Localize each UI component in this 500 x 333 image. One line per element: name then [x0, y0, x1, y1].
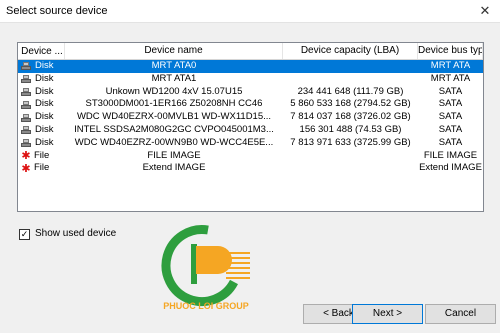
device-capacity-cell: 7 814 037 168 (3726.02 GB): [290, 111, 411, 123]
device-type-cell: ✱ File: [18, 150, 65, 163]
device-type-cell: Disk: [18, 86, 65, 99]
table-row[interactable]: Disk MRT ATA0 MRT ATA: [18, 60, 483, 73]
show-used-device-checkbox[interactable]: ✓: [19, 229, 30, 240]
list-rows: Disk MRT ATA0 MRT ATA Disk MRT ATA1 MRT ATA Di…: [18, 60, 483, 175]
title-bar: Select source device ✕: [0, 0, 500, 23]
device-type-label: Disk: [35, 136, 54, 148]
device-bus-type-cell: SATA: [438, 111, 463, 123]
device-name-cell: FILE IMAGE: [147, 149, 201, 161]
disk-icon: [20, 125, 32, 135]
device-type-cell: Disk: [18, 60, 65, 73]
device-bus-type-cell: SATA: [438, 98, 463, 110]
table-row[interactable]: Disk WDC WD40EZRZ-00WN9B0 WD-WCC4E5E... 7 …: [18, 137, 483, 150]
table-row[interactable]: ✱ File FILE IMAGE FILE IMAGE: [18, 150, 483, 163]
device-capacity-cell: 5 860 533 168 (2794.52 GB): [290, 98, 411, 110]
device-type-label: Disk: [35, 85, 54, 97]
disk-icon: [20, 61, 32, 71]
device-name-cell: MRT ATA0: [151, 60, 197, 71]
device-bus-type-cell: Extend IMAGE: [419, 162, 482, 174]
device-bus-type-cell: SATA: [438, 136, 463, 148]
device-name-cell: ST3000DM001-1ER166 Z50208NH CC46: [85, 98, 263, 110]
device-name-cell: Unkown WD1200 4xV 15.07U15: [105, 85, 243, 97]
device-bus-type-cell: MRT ATA: [430, 60, 471, 71]
list-header: Device ... Device name Device capacity (…: [18, 43, 483, 60]
device-name-cell: WDC WD40EZRX-00MVLB1 WD-WX11D15...: [76, 111, 272, 123]
table-row[interactable]: ✱ File Extend IMAGE Extend IMAGE: [18, 162, 483, 175]
column-header-device-type[interactable]: Device ...: [18, 43, 65, 59]
device-name-cell: MRT ATA1: [151, 72, 197, 84]
table-row[interactable]: Disk INTEL SSDSA2M080G2GC CVPO045001M3...…: [18, 124, 483, 137]
device-type-label: File: [34, 162, 50, 174]
device-type-cell: Disk: [18, 111, 65, 124]
device-name-cell: Extend IMAGE: [142, 162, 206, 174]
window-title: Select source device: [6, 5, 108, 17]
device-type-label: Disk: [35, 98, 54, 110]
disk-icon: [20, 113, 32, 123]
phuoc-loi-group-logo: PHUOC LOI GROUP: [146, 222, 266, 312]
device-bus-type-cell: FILE IMAGE: [423, 149, 478, 161]
table-row[interactable]: Disk ST3000DM001-1ER166 Z50208NH CC46 5 86…: [18, 98, 483, 111]
column-header-device-capacity[interactable]: Device capacity (LBA): [283, 43, 418, 59]
device-type-cell: Disk: [18, 98, 65, 111]
device-list[interactable]: Device ... Device name Device capacity (…: [17, 42, 484, 212]
device-type-cell: Disk: [18, 124, 65, 137]
close-icon[interactable]: ✕: [470, 0, 500, 22]
device-capacity-cell: 7 813 971 633 (3725.99 GB): [290, 136, 411, 148]
checkmark-icon: ✓: [20, 229, 29, 239]
disk-icon: [20, 74, 32, 84]
device-capacity-cell: 156 301 488 (74.53 GB): [299, 123, 402, 135]
table-row[interactable]: Disk WDC WD40EZRX-00MVLB1 WD-WX11D15... 7 …: [18, 111, 483, 124]
disk-icon: [20, 100, 32, 110]
device-bus-type-cell: MRT ATA: [430, 72, 471, 84]
device-capacity-cell: 234 441 648 (111.79 GB): [297, 85, 404, 97]
column-header-device-bus-type[interactable]: Device bus type: [418, 43, 483, 59]
device-type-label: Disk: [35, 123, 54, 135]
file-image-icon: ✱: [21, 162, 31, 175]
device-type-label: File: [34, 149, 50, 161]
next-button[interactable]: Next >: [352, 304, 423, 324]
device-type-cell: Disk: [18, 137, 65, 150]
device-type-label: Disk: [35, 60, 54, 71]
disk-icon: [20, 87, 32, 97]
show-used-device-label[interactable]: Show used device: [35, 228, 116, 239]
device-name-cell: INTEL SSDSA2M080G2GC CVPO045001M3...: [74, 123, 274, 135]
logo-text: PHUOC LOI GROUP: [163, 301, 249, 311]
table-row[interactable]: Disk Unkown WD1200 4xV 15.07U15 234 441 64…: [18, 86, 483, 99]
file-image-icon: ✱: [21, 149, 31, 162]
device-name-cell: WDC WD40EZRZ-00WN9B0 WD-WCC4E5E...: [74, 136, 274, 148]
device-type-cell: ✱ File: [18, 162, 65, 175]
device-bus-type-cell: SATA: [438, 85, 463, 97]
cancel-button[interactable]: Cancel: [425, 304, 496, 324]
table-row[interactable]: Disk MRT ATA1 MRT ATA: [18, 73, 483, 86]
device-type-label: Disk: [35, 111, 54, 123]
device-bus-type-cell: SATA: [438, 123, 463, 135]
device-type-cell: Disk: [18, 73, 65, 86]
column-header-device-name[interactable]: Device name: [65, 43, 283, 59]
device-type-label: Disk: [35, 72, 54, 84]
disk-icon: [20, 138, 32, 148]
